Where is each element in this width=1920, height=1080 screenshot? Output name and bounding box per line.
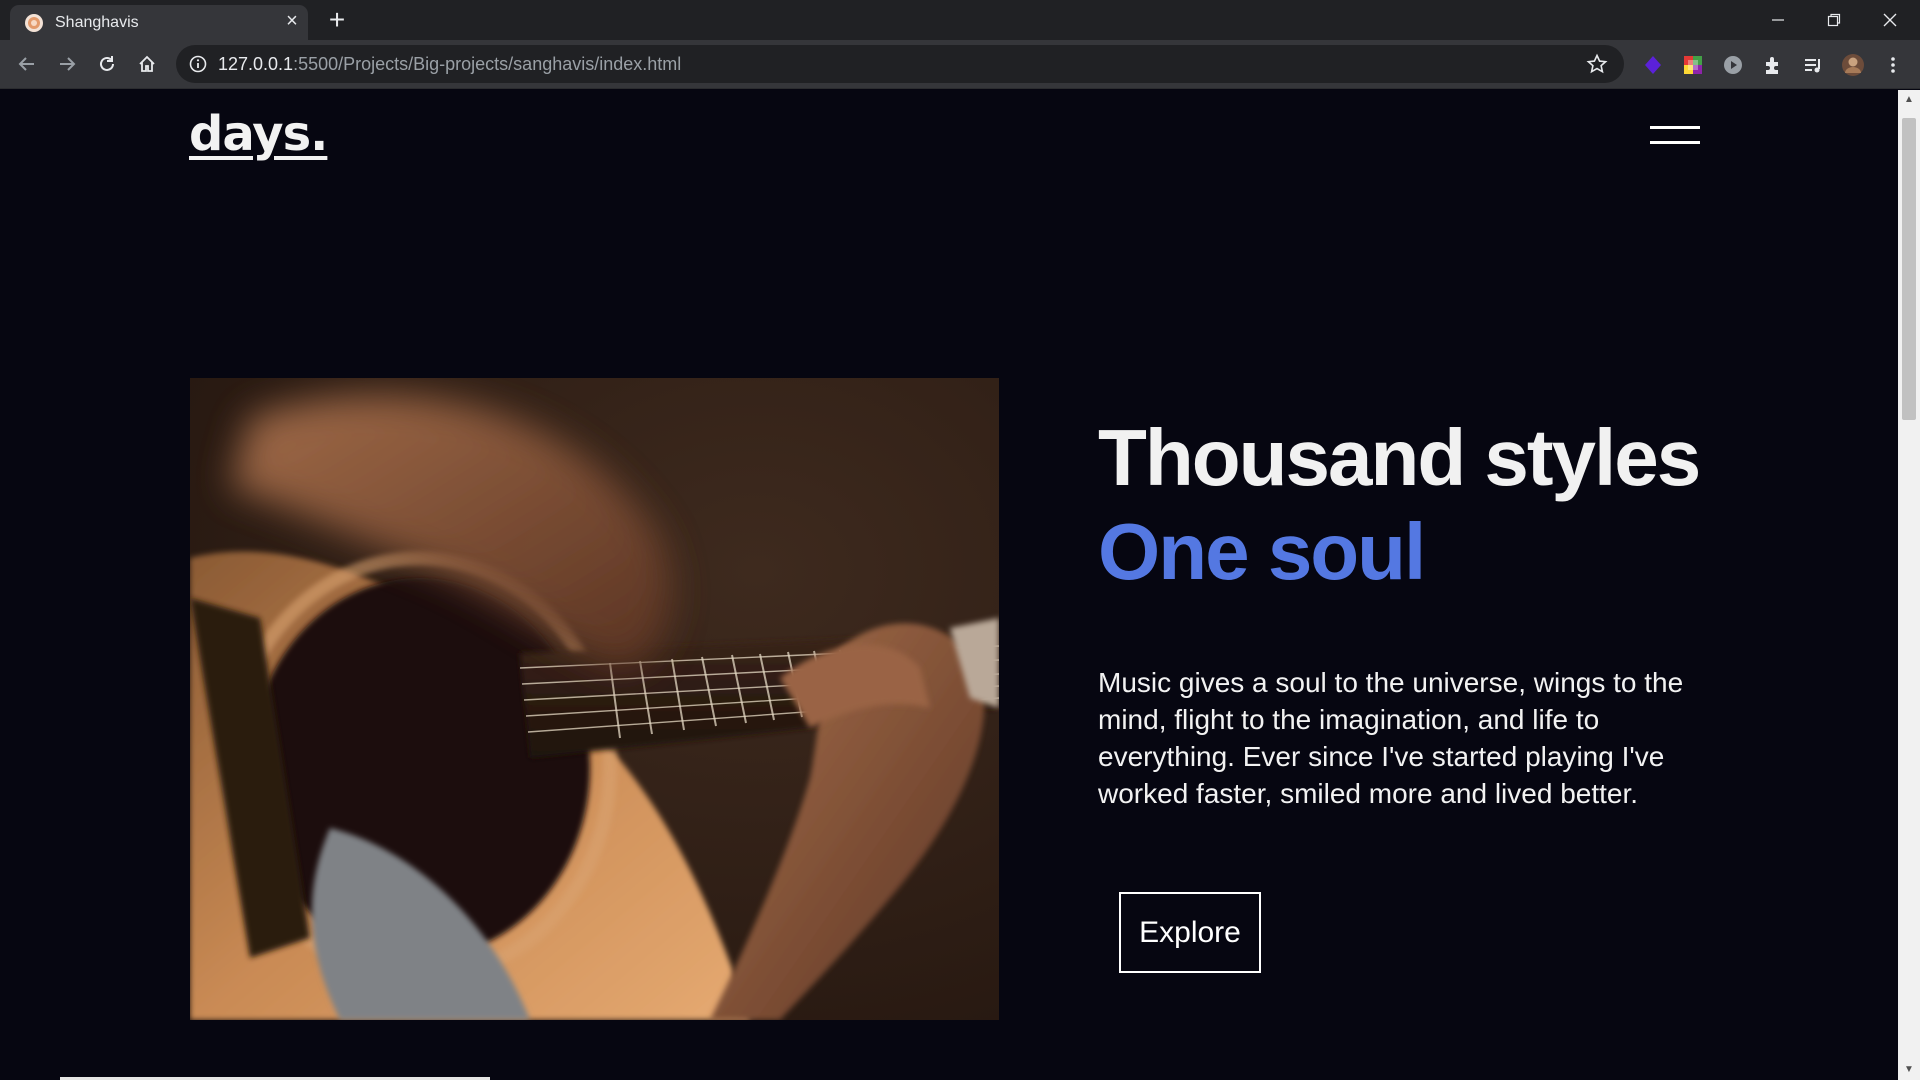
- forward-arrow-icon: [60, 57, 76, 71]
- url-path: :5500/Projects/Big-projects/sanghavis/in…: [293, 54, 682, 74]
- extension-play-icon[interactable]: [1720, 52, 1746, 78]
- tab-strip: Shanghavis × +: [0, 0, 1920, 40]
- tab-title: Shanghavis: [55, 14, 139, 31]
- page-scrollbar[interactable]: ▲ ▼: [1898, 90, 1920, 1080]
- hamburger-line: [1650, 141, 1700, 144]
- profile-avatar[interactable]: [1840, 52, 1866, 78]
- forward-button[interactable]: [52, 49, 82, 79]
- scroll-down-arrow-icon[interactable]: ▼: [1898, 1060, 1920, 1080]
- restore-icon: [1827, 13, 1841, 27]
- reload-button[interactable]: [92, 49, 122, 79]
- address-bar[interactable]: 127.0.0.1:5500/Projects/Big-projects/san…: [176, 45, 1624, 83]
- back-button[interactable]: [12, 49, 42, 79]
- back-arrow-icon: [18, 57, 34, 71]
- url-text[interactable]: 127.0.0.1:5500/Projects/Big-projects/san…: [218, 54, 681, 75]
- site-logo[interactable]: days.: [189, 106, 328, 162]
- headline-accent: One soul: [1098, 507, 1426, 596]
- explore-button[interactable]: Explore: [1119, 892, 1261, 973]
- reload-icon: [100, 56, 114, 71]
- url-host: 127.0.0.1: [218, 54, 294, 74]
- minimize-icon: [1772, 19, 1784, 21]
- extension-purple-icon[interactable]: [1640, 52, 1666, 78]
- browser-toolbar: 127.0.0.1:5500/Projects/Big-projects/san…: [0, 40, 1920, 89]
- scroll-up-arrow-icon[interactable]: ▲: [1898, 90, 1920, 110]
- sunflower-icon: [24, 13, 44, 33]
- headline: Thousand styles: [1098, 413, 1701, 502]
- media-queue-icon[interactable]: [1800, 52, 1826, 78]
- bookmark-star-icon[interactable]: [1586, 53, 1608, 75]
- close-icon: [1883, 13, 1897, 27]
- browser-tab[interactable]: Shanghavis ×: [10, 5, 308, 40]
- minimize-button[interactable]: [1750, 0, 1806, 40]
- home-icon: [139, 55, 155, 72]
- info-icon[interactable]: [188, 54, 208, 74]
- guitar-photo: [190, 378, 999, 1020]
- browser-menu-icon[interactable]: [1880, 52, 1906, 78]
- new-tab-button[interactable]: +: [324, 6, 350, 34]
- restore-button[interactable]: [1806, 0, 1862, 40]
- extension-color-grid-icon[interactable]: [1680, 52, 1706, 78]
- close-tab-icon[interactable]: ×: [281, 10, 303, 32]
- scrollbar-thumb[interactable]: [1902, 118, 1916, 420]
- hero-description: Music gives a soul to the universe, wing…: [1098, 667, 1684, 809]
- page-viewport: days. Thousand styles One soul Music giv…: [0, 90, 1898, 1080]
- extensions-puzzle-icon[interactable]: [1760, 52, 1786, 78]
- home-button[interactable]: [132, 49, 162, 79]
- close-window-button[interactable]: [1862, 0, 1918, 40]
- hamburger-line: [1650, 126, 1700, 129]
- hamburger-menu-button[interactable]: [1650, 126, 1700, 148]
